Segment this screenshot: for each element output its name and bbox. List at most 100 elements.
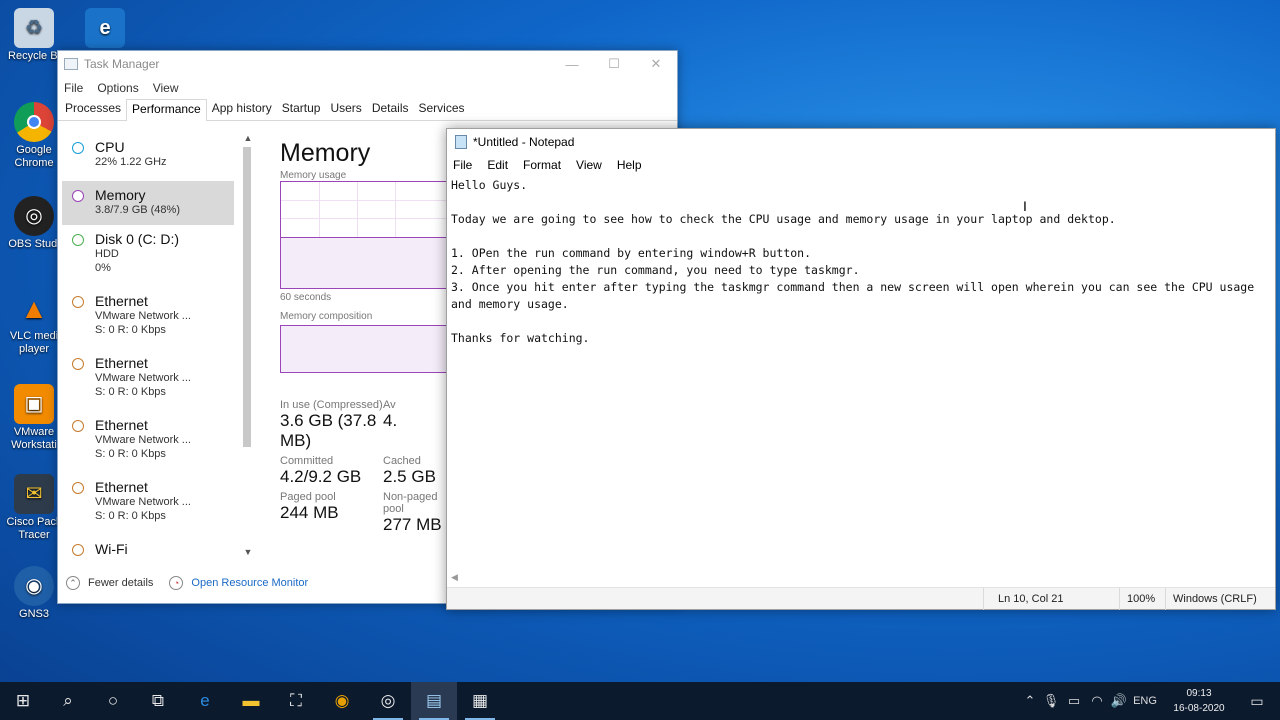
scrollbar-thumb[interactable] <box>243 147 251 447</box>
sidebar-item-ethernet[interactable]: Ethernet VMware Network ... S: 0 R: 0 Kb… <box>58 473 254 535</box>
menu-file[interactable]: File <box>64 81 83 95</box>
notification-icon: ▭ <box>1250 692 1264 709</box>
maximize-button[interactable]: ☐ <box>593 51 635 77</box>
chevron-up-icon[interactable]: ⌃ <box>1020 693 1040 709</box>
graph-axis-label: 60 seconds <box>280 292 332 303</box>
edge-icon: e <box>85 8 125 48</box>
start-button[interactable]: ⊞ <box>0 682 46 720</box>
memory-composition-label: Memory composition <box>280 311 373 322</box>
notepad-window: *Untitled - Notepad File Edit Format Vie… <box>446 128 1276 610</box>
tab-performance[interactable]: Performance <box>126 99 207 121</box>
taskbar-edge[interactable]: e <box>182 682 228 720</box>
edge-icon: e <box>200 691 210 710</box>
menu-options[interactable]: Options <box>97 81 138 95</box>
clock-date: 16-08-2020 <box>1173 703 1225 714</box>
menu-format[interactable]: Format <box>523 158 561 172</box>
horizontal-scrollbar[interactable]: ◀ <box>447 572 1275 586</box>
sidebar-scrollbar[interactable]: ▲ ▼ <box>242 133 254 563</box>
notepad-text-area[interactable]: Hello Guys. Today we are going to see ho… <box>450 177 1274 582</box>
memory-status-icon <box>72 190 84 202</box>
language-indicator[interactable]: ENG <box>1130 695 1160 707</box>
sidebar-item-ethernet[interactable]: Ethernet VMware Network ... S: 0 R: 0 Kb… <box>58 287 254 349</box>
chrome-icon <box>14 102 54 142</box>
menu-file[interactable]: File <box>453 158 472 172</box>
battery-icon[interactable]: ▭ <box>1062 693 1086 709</box>
stat-cached: Cached 2.5 GB <box>383 455 436 486</box>
action-center-button[interactable]: ▭ <box>1234 682 1280 720</box>
sidebar-item-disk[interactable]: Disk 0 (C: D:) HDD 0% <box>58 225 254 287</box>
taskbar-store[interactable]: ⛶ <box>273 682 319 720</box>
menu-help[interactable]: Help <box>617 158 642 172</box>
close-button[interactable]: ✕ <box>635 51 677 77</box>
clock-time: 09:13 <box>1186 688 1212 699</box>
task-manager-title: Task Manager <box>84 57 160 71</box>
tab-startup[interactable]: Startup <box>277 101 326 120</box>
stat-available: Av 4. <box>383 399 398 430</box>
taskbar-clock[interactable]: 09:13 16-08-2020 <box>1168 686 1230 716</box>
fewer-details-button[interactable]: Fewer details <box>88 577 153 589</box>
chevron-up-icon[interactable]: ▲ <box>242 133 254 143</box>
menu-edit[interactable]: Edit <box>487 158 508 172</box>
gns3-icon: ◉ <box>14 566 54 606</box>
sidebar-item-wifi[interactable]: Wi-Fi <box>58 535 254 563</box>
ethernet-status-icon <box>72 482 84 494</box>
disk-status-icon <box>72 234 84 246</box>
vlc-icon: ▲ <box>20 292 48 324</box>
resource-monitor-icon: ◔ <box>169 576 184 590</box>
task-view-button[interactable]: ⧉ <box>135 682 181 720</box>
text-cursor-icon: I <box>1023 198 1027 214</box>
cortana-button[interactable]: ○ <box>90 682 136 720</box>
sidebar-item-ethernet[interactable]: Ethernet VMware Network ... S: 0 R: 0 Kb… <box>58 349 254 411</box>
chevron-up-icon[interactable]: ⌃ <box>66 576 80 590</box>
chevron-left-icon[interactable]: ◀ <box>451 572 458 583</box>
tab-details[interactable]: Details <box>367 101 414 120</box>
tab-services[interactable]: Services <box>414 101 470 120</box>
taskbar-notepad[interactable]: ▤ <box>411 682 457 720</box>
search-icon: ⌕ <box>63 691 73 710</box>
obs-icon: ◎ <box>380 691 396 710</box>
notepad-titlebar[interactable]: *Untitled - Notepad <box>447 129 1275 154</box>
volume-icon[interactable]: 🔊 <box>1108 693 1130 709</box>
wifi-status-icon <box>72 544 84 556</box>
taskbar-chrome[interactable]: ◉ <box>319 682 365 720</box>
notepad-menubar: File Edit Format View Help <box>447 154 1275 176</box>
sidebar-item-memory[interactable]: Memory 3.8/7.9 GB (48%) <box>62 181 234 225</box>
menu-view[interactable]: View <box>153 81 179 95</box>
chrome-icon: ◉ <box>334 691 350 710</box>
stat-committed: Committed 4.2/9.2 GB <box>280 455 362 486</box>
stat-paged-pool: Paged pool 244 MB <box>280 491 339 522</box>
notepad-status-bar: Ln 10, Col 21 100% Windows (CRLF) <box>447 587 1275 610</box>
tab-app-history[interactable]: App history <box>207 101 277 120</box>
cortana-icon: ○ <box>107 691 119 710</box>
task-manager-menubar: File Options View <box>58 77 677 99</box>
taskbar-file-explorer[interactable]: ▬ <box>228 682 274 720</box>
microphone-icon[interactable]: 🎙 <box>1040 693 1062 709</box>
store-icon: ⛶ <box>290 691 302 710</box>
taskbar-obs[interactable]: ◎ <box>365 682 411 720</box>
folder-icon: ▬ <box>242 691 260 710</box>
sidebar-item-cpu[interactable]: CPU 22% 1.22 GHz <box>58 133 254 181</box>
ethernet-status-icon <box>72 358 84 370</box>
sidebar-item-ethernet[interactable]: Ethernet VMware Network ... S: 0 R: 0 Kb… <box>58 411 254 473</box>
ethernet-status-icon <box>72 420 84 432</box>
chevron-down-icon[interactable]: ▼ <box>242 547 254 557</box>
ethernet-status-icon <box>72 296 84 308</box>
desktop-icon-edge[interactable]: e <box>70 8 140 50</box>
minimize-button[interactable]: — <box>551 51 593 77</box>
search-button[interactable]: ⌕ <box>45 682 91 720</box>
taskbar-task-manager[interactable]: ▦ <box>457 682 503 720</box>
cursor-position: Ln 10, Col 21 <box>998 593 1064 605</box>
memory-usage-fill <box>281 237 449 288</box>
task-manager-titlebar[interactable]: Task Manager — ☐ ✕ <box>58 51 677 77</box>
open-resource-monitor-link[interactable]: Open Resource Monitor <box>191 577 308 589</box>
stat-non-paged-pool: Non-paged pool 277 MB <box>383 491 442 534</box>
task-manager-icon <box>64 58 78 70</box>
recycle-bin-icon: ♻ <box>14 8 54 48</box>
tab-users[interactable]: Users <box>325 101 366 120</box>
memory-stats: In use (Compressed) 3.6 GB (37.8 MB) Av … <box>280 399 450 535</box>
network-icon[interactable]: ◠ <box>1086 693 1108 709</box>
line-ending: Windows (CRLF) <box>1173 593 1257 605</box>
tab-processes[interactable]: Processes <box>60 101 126 120</box>
menu-view[interactable]: View <box>576 158 602 172</box>
taskbar: ⊞ ⌕ ○ ⧉ e ▬ ⛶ ◉ ◎ ▤ ▦ ⌃ 🎙 ▭ ◠ 🔊 ENG 09:1… <box>0 682 1280 720</box>
